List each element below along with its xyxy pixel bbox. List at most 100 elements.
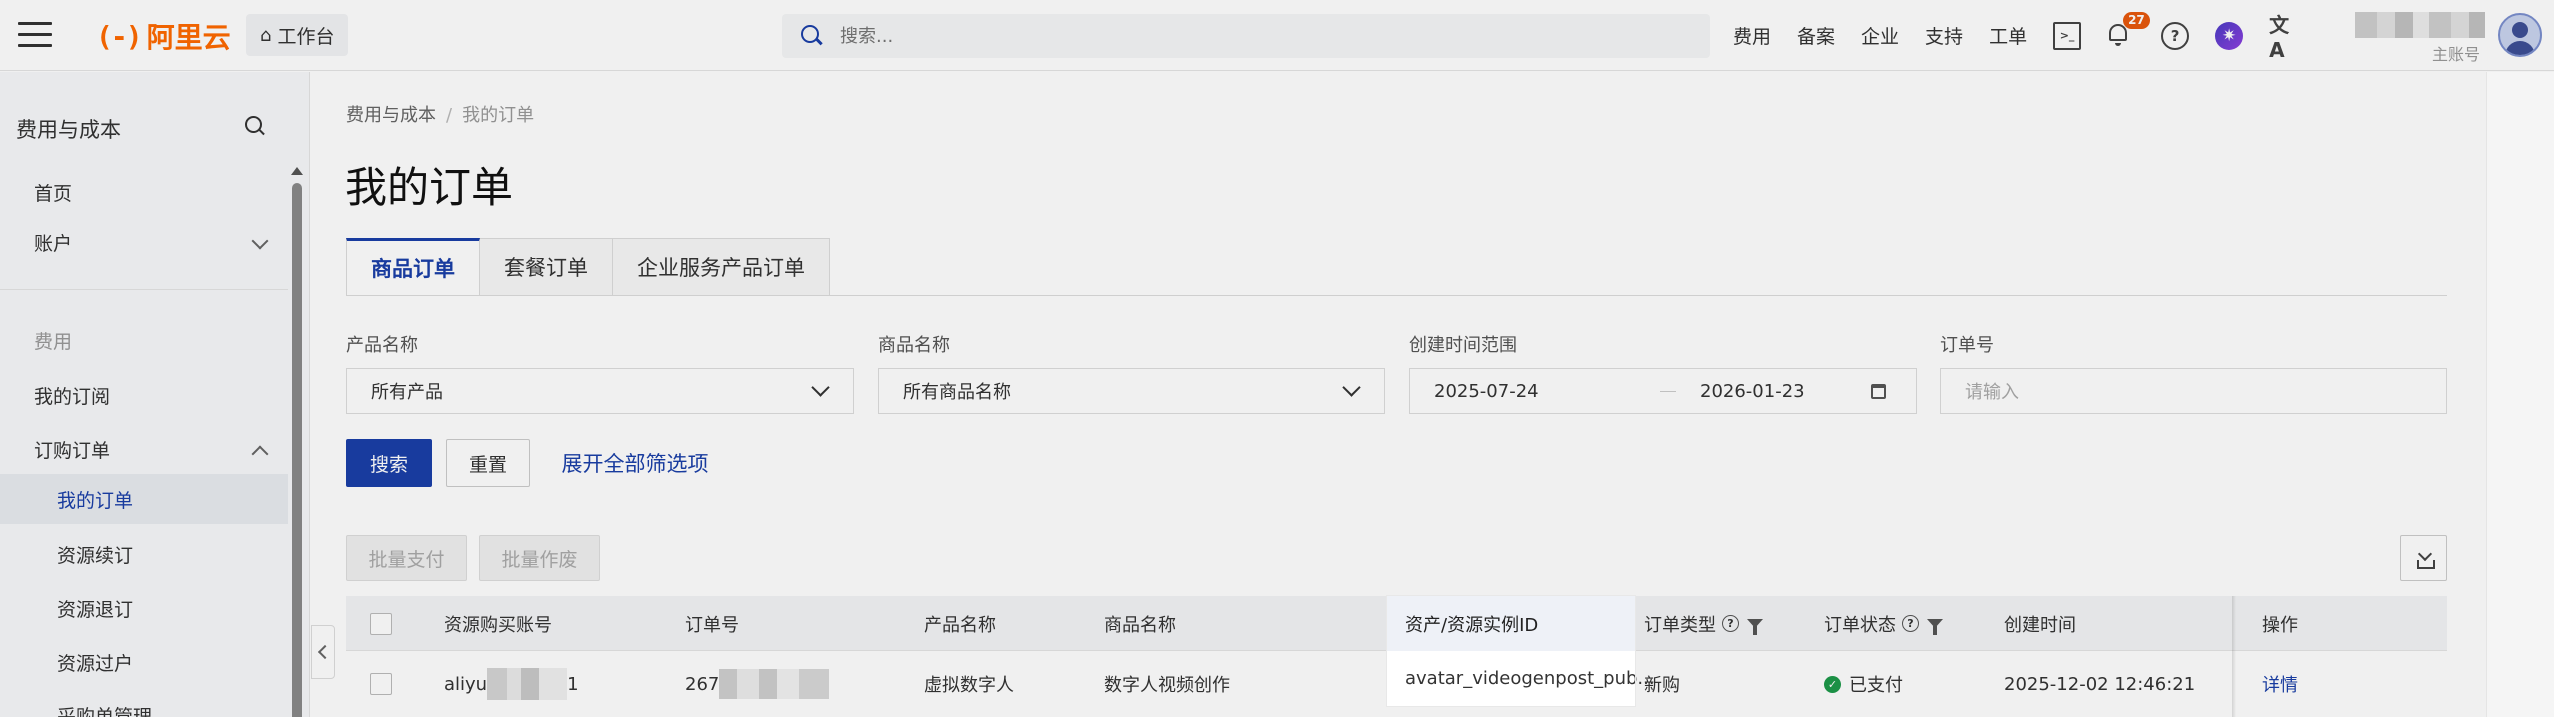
download-icon[interactable]	[2400, 535, 2447, 581]
global-search[interactable]	[782, 14, 1710, 58]
item-select[interactable]: 所有商品名称	[878, 368, 1385, 414]
sidebar-search-icon[interactable]	[245, 116, 267, 138]
sidebar-item-label: 资源退订	[57, 598, 134, 621]
breadcrumb-separator: /	[446, 105, 453, 126]
search-button[interactable]: 搜索	[346, 439, 432, 487]
nav-support[interactable]: 支持	[1925, 22, 1963, 49]
sidebar-item-label: 账户	[34, 232, 73, 255]
sidebar: 费用与成本 首页 账户 费用 我的订阅 订购订单 我的订单 资源续订 资源退订 …	[0, 72, 310, 717]
account-name-blurred[interactable]	[2355, 12, 2485, 38]
nav-tickets[interactable]: 工单	[1989, 22, 2027, 49]
sidebar-group-fees: 费用	[0, 315, 288, 365]
product-filter-label: 产品名称	[346, 335, 418, 356]
sidebar-item-home[interactable]: 首页	[0, 167, 288, 217]
nav-enterprise[interactable]: 企业	[1861, 22, 1899, 49]
tab-enterprise-orders[interactable]: 企业服务产品订单	[613, 238, 830, 296]
highlight-frame	[1387, 596, 1635, 706]
sidebar-scrollbar[interactable]	[290, 167, 304, 717]
scroll-up-arrow-icon[interactable]	[291, 167, 303, 175]
sidebar-item-label: 订购订单	[34, 439, 111, 462]
batch-void-button[interactable]: 批量作废	[479, 535, 600, 581]
tab-package-orders[interactable]: 套餐订单	[480, 238, 613, 296]
date-range-separator	[1660, 391, 1676, 392]
col-order-type: 订单类型 ?	[1644, 596, 1763, 651]
col-action: 操作	[2262, 614, 2298, 636]
sidebar-item-my-orders[interactable]: 我的订单	[0, 474, 288, 524]
col-product: 产品名称	[924, 614, 996, 636]
cell-order-no: 267	[685, 651, 830, 717]
expand-filters-link[interactable]: 展开全部筛选项	[540, 439, 730, 487]
col-item: 商品名称	[1104, 614, 1176, 636]
help-icon[interactable]: ?	[1902, 615, 1919, 632]
sidebar-item-label: 我的订阅	[34, 385, 111, 408]
notification-badge: 27	[2123, 11, 2150, 29]
row-checkbox[interactable]	[370, 673, 392, 695]
order-no-input[interactable]: 请输入	[1940, 368, 2447, 414]
select-all-checkbox[interactable]	[370, 612, 392, 635]
sidebar-item-label: 首页	[34, 182, 73, 205]
col-order-status: 订单状态 ?	[1824, 596, 1943, 651]
col-order-type-label: 订单类型	[1644, 614, 1716, 636]
check-circle-icon: ✓	[1824, 675, 1841, 693]
menu-icon[interactable]	[18, 22, 52, 48]
sidebar-item-transfer[interactable]: 资源过户	[0, 637, 288, 687]
product-select-value: 所有产品	[371, 382, 443, 403]
top-nav: 费用 备案 企业 支持 工单 >_ 27 ? ✷ 文A	[1733, 0, 2323, 71]
sidebar-collapse-button[interactable]	[311, 625, 335, 679]
aliyun-logo[interactable]: (-) 阿里云	[96, 16, 231, 56]
terminal-icon[interactable]: >_	[2053, 21, 2082, 50]
breadcrumb-root[interactable]: 费用与成本	[346, 105, 436, 126]
sidebar-item-renewal[interactable]: 资源续订	[0, 529, 288, 579]
batch-pay-button[interactable]: 批量支付	[346, 535, 467, 581]
order-prefix: 267	[685, 673, 720, 695]
date-start[interactable]: 2025-07-24	[1434, 381, 1539, 402]
scrollbar-thumb[interactable]	[292, 183, 302, 717]
sidebar-item-label: 我的订单	[57, 489, 134, 512]
sidebar-item-subscriptions[interactable]: 我的订阅	[0, 370, 288, 420]
date-end[interactable]: 2026-01-23	[1700, 381, 1805, 402]
sidebar-divider	[0, 289, 288, 290]
sidebar-title: 费用与成本	[16, 118, 121, 142]
col-created: 创建时间	[2004, 614, 2076, 636]
workbench-button[interactable]: ⌂ 工作台	[246, 14, 349, 56]
breadcrumb: 费用与成本 / 我的订单	[346, 101, 534, 127]
tab-product-orders[interactable]: 商品订单	[346, 238, 480, 296]
cell-account: aliyu 1	[444, 651, 579, 717]
nav-filing[interactable]: 备案	[1797, 22, 1835, 49]
top-bar: (-) 阿里云 ⌂ 工作台 费用 备案 企业 支持 工单 >_ 27 ? ✷ 文…	[0, 0, 2554, 71]
chevron-down-icon	[1342, 378, 1361, 397]
help-icon[interactable]: ?	[2161, 21, 2190, 50]
notification-bell-icon[interactable]: 27	[2107, 11, 2150, 50]
page-title: 我的订单	[345, 163, 514, 212]
global-search-input[interactable]	[840, 25, 1640, 47]
nav-fees[interactable]: 费用	[1733, 22, 1771, 49]
home-icon: ⌂	[260, 24, 272, 46]
sidebar-item-label: 资源续订	[57, 544, 134, 567]
avatar[interactable]	[2498, 13, 2542, 57]
help-icon[interactable]: ?	[1722, 615, 1739, 632]
details-link[interactable]: 详情	[2262, 651, 2298, 717]
calendar-icon[interactable]	[1871, 384, 1886, 399]
logo-text: 阿里云	[146, 21, 231, 54]
account-type-label: 主账号	[2432, 45, 2481, 64]
sidebar-item-unsubscribe[interactable]: 资源退订	[0, 583, 288, 633]
workbench-label: 工作台	[277, 25, 335, 48]
account-suffix: 1	[567, 673, 579, 695]
product-select[interactable]: 所有产品	[346, 368, 854, 414]
status-text: 已支付	[1849, 675, 1903, 696]
sidebar-item-purchase-orders[interactable]: 订购订单	[0, 424, 288, 474]
item-select-value: 所有商品名称	[903, 382, 1011, 403]
reset-button[interactable]: 重置	[446, 439, 530, 487]
tabs-divider	[346, 295, 2447, 296]
sidebar-item-account[interactable]: 账户	[0, 217, 288, 267]
account-prefix: aliyu	[444, 673, 488, 695]
item-filter-label: 商品名称	[878, 335, 950, 356]
assistant-star-icon[interactable]: ✷	[2215, 21, 2244, 50]
language-icon[interactable]: 文A	[2269, 13, 2297, 62]
filter-icon[interactable]	[1927, 619, 1943, 635]
account-blurred	[487, 668, 568, 700]
fixed-column-shadow	[2232, 596, 2236, 717]
sidebar-item-procurement[interactable]: 采购单管理	[0, 690, 288, 717]
page-scrollbar-gutter[interactable]	[2486, 72, 2554, 717]
filter-icon[interactable]	[1747, 619, 1763, 635]
